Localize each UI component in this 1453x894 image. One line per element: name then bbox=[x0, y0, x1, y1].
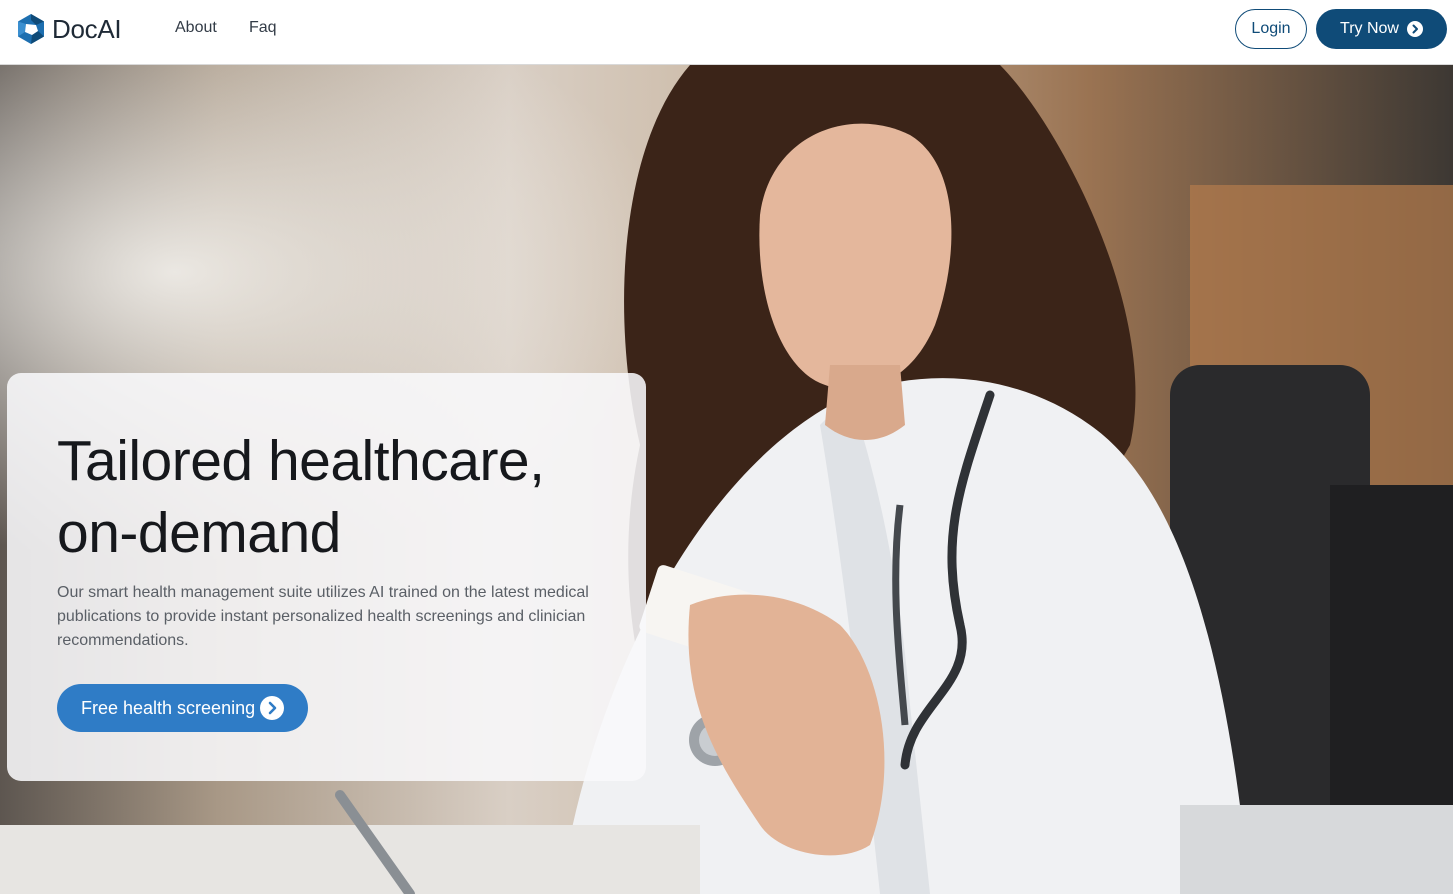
hero-section: Tailored healthcare, on-demand Our smart… bbox=[0, 65, 1453, 894]
top-navbar: DocAI About Faq Login Try Now bbox=[0, 0, 1453, 65]
free-health-screening-label: Free health screening bbox=[81, 697, 256, 718]
docai-logo-icon bbox=[18, 14, 44, 44]
hero-headline: Tailored healthcare, on-demand bbox=[57, 429, 545, 565]
chevron-right-circle-icon bbox=[1406, 21, 1423, 37]
chevron-right-circle-icon bbox=[260, 696, 284, 720]
brand-name: DocAI bbox=[52, 13, 122, 44]
hero-description: Our smart health management suite utiliz… bbox=[57, 584, 589, 649]
nav-link-about[interactable]: About bbox=[175, 19, 217, 37]
try-now-button-label: Try Now bbox=[1340, 20, 1399, 37]
brand[interactable]: DocAI bbox=[14, 12, 122, 46]
free-health-screening-button[interactable]: Free health screening bbox=[57, 684, 308, 732]
hero-card: Tailored healthcare, on-demand Our smart… bbox=[7, 373, 646, 781]
login-button[interactable]: Login bbox=[1235, 9, 1307, 49]
login-button-label: Login bbox=[1251, 20, 1291, 37]
try-now-button[interactable]: Try Now bbox=[1316, 9, 1447, 49]
nav-link-faq[interactable]: Faq bbox=[249, 19, 277, 37]
